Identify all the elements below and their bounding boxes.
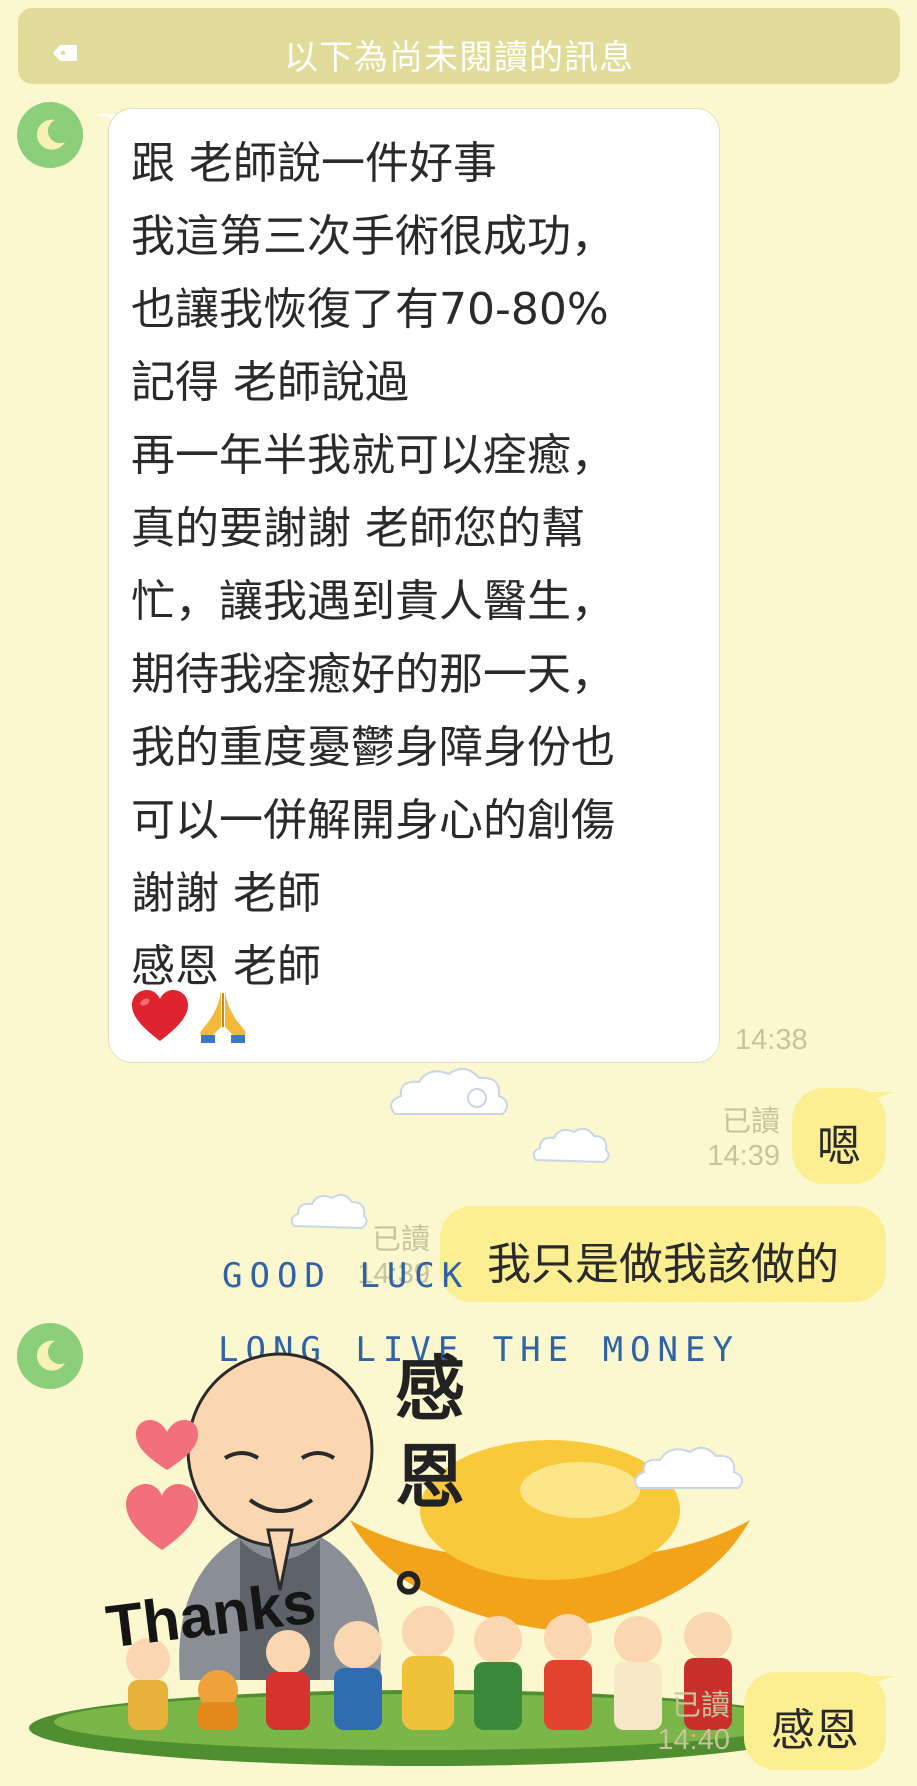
message-line: 記得 老師說過	[131, 357, 409, 408]
banner-text: 以下為尚未閱讀的訊息	[284, 38, 634, 78]
heart-emoji	[132, 990, 188, 1041]
message-line: 期待我痊癒好的那一天，	[131, 649, 615, 700]
message-time: 14:38	[735, 1024, 808, 1056]
read-receipt: 已讀	[671, 1690, 730, 1722]
hearts-decoration	[126, 1420, 198, 1550]
bubble-tail	[872, 1092, 896, 1102]
message-line: 真的要謝謝 老師您的幫	[131, 503, 585, 554]
outgoing-message-bubble[interactable]: 感恩	[744, 1672, 886, 1770]
cloud-decoration	[634, 1446, 744, 1489]
message-time: 14:39	[707, 1140, 780, 1172]
message-time: 14:40	[657, 1724, 730, 1756]
message-line: 也讓我恢復了有70-80%	[131, 284, 609, 335]
sticker-vertical-text: 感 恩 。	[390, 1345, 470, 1609]
message-line: 忙，讓我遇到貴人醫生，	[131, 576, 615, 627]
sticker-char: 恩	[395, 1435, 465, 1518]
contact-avatar[interactable]	[17, 1323, 83, 1389]
sticker-char: 感	[395, 1347, 465, 1430]
moon-icon	[36, 1340, 65, 1371]
read-receipt: 已讀	[371, 1224, 430, 1256]
message-text: 我只是做我該做的	[487, 1239, 839, 1290]
message-text: 感恩	[771, 1705, 859, 1756]
read-receipt: 已讀	[721, 1106, 780, 1138]
unread-messages-banner: 以下為尚未閱讀的訊息	[18, 8, 900, 84]
bubble-tail	[872, 1676, 896, 1686]
folded-hands-emoji	[200, 991, 246, 1043]
message-line: 再一年半我就可以痊癒，	[131, 430, 615, 481]
message-line: 我的重度憂鬱身障身份也	[131, 722, 615, 773]
message-line: 我這第三次手術很成功，	[131, 211, 615, 262]
moon-icon	[36, 119, 65, 150]
contact-avatar[interactable]	[17, 102, 83, 168]
message-text: 跟 老師說一件好事 我這第三次手術很成功， 也讓我恢復了有70-80% 記得 老…	[131, 127, 709, 1003]
incoming-message-bubble[interactable]: 跟 老師說一件好事 我這第三次手術很成功， 也讓我恢復了有70-80% 記得 老…	[108, 108, 720, 1063]
message-line: 跟 老師說一件好事	[131, 138, 497, 189]
message-line: 可以一併解開身心的創傷	[131, 795, 615, 846]
sticker-text-good-luck: GOOD LUCK	[222, 1256, 470, 1296]
message-text: 嗯	[817, 1121, 861, 1172]
cloud-decoration	[390, 1067, 509, 1115]
outgoing-message-bubble[interactable]: 我只是做我該做的	[440, 1206, 886, 1302]
cloud-decoration	[532, 1127, 610, 1164]
message-line: 謝謝 老師	[131, 868, 321, 919]
